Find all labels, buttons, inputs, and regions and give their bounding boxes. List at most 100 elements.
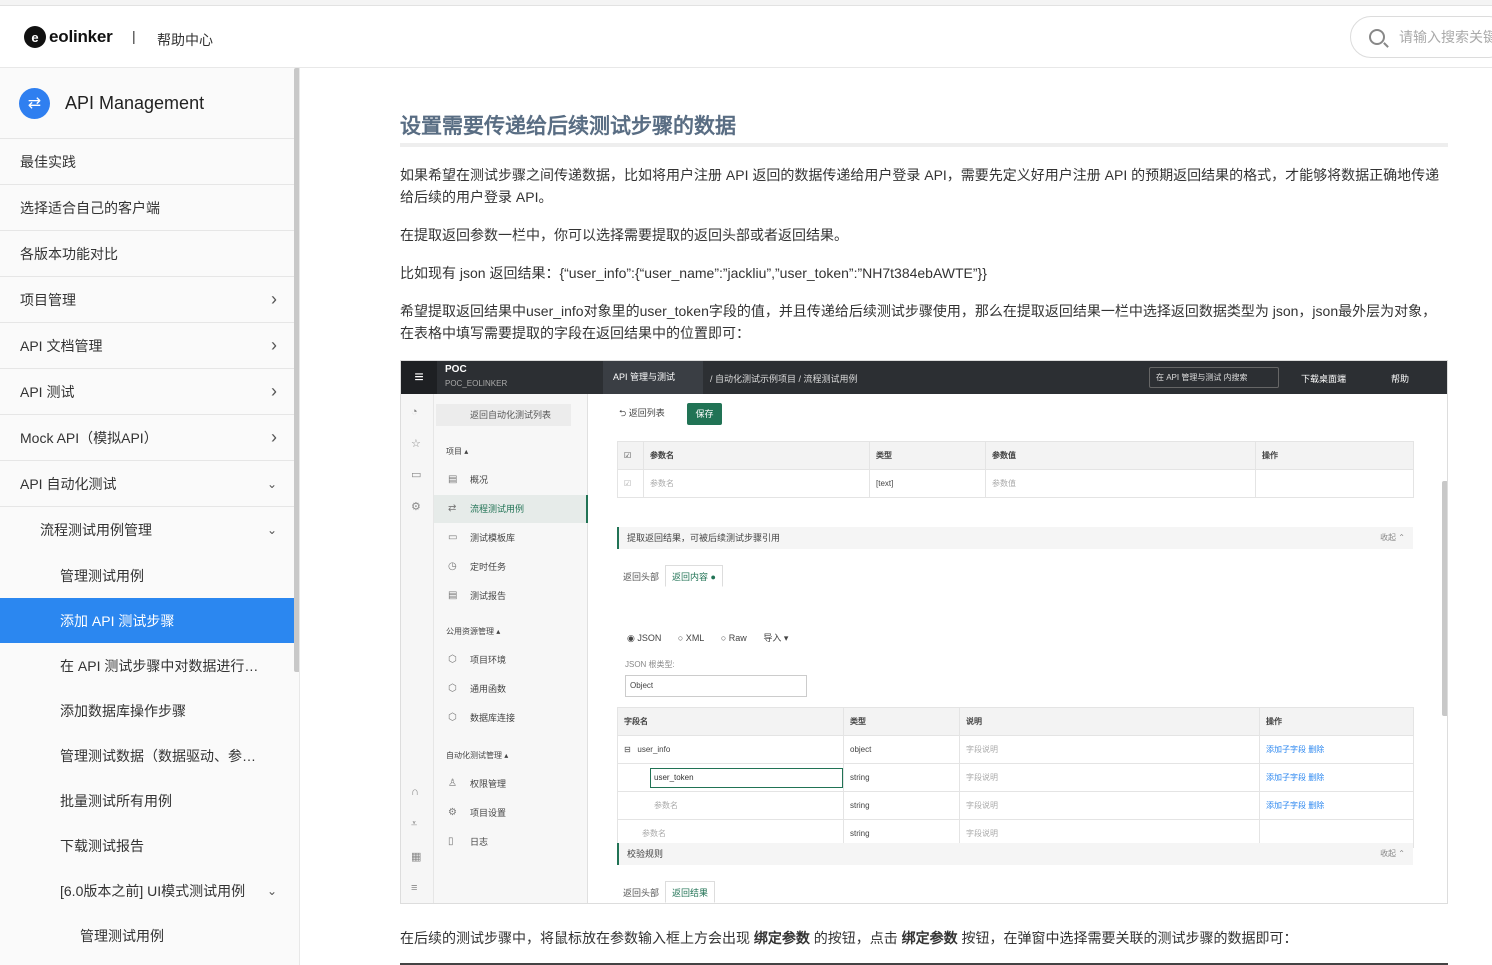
help-center-link[interactable]: 帮助中心	[157, 30, 213, 50]
keyboard-icon: ▦	[411, 851, 422, 863]
para5-text: 的按钮，点击	[809, 930, 902, 946]
sidebar-item[interactable]: API 测试 ›	[0, 369, 295, 415]
sidebar-item-label: 管理测试用例	[80, 927, 164, 944]
sidebar-item[interactable]: 项目管理 ›	[0, 277, 295, 323]
section-extract: 提取返回结果，可被后续测试步骤引用 收起 ⌃	[617, 527, 1413, 549]
sidebar-item[interactable]: API 文档管理 ›	[0, 323, 295, 369]
tab-return-content: 返回内容 ●	[665, 565, 723, 587]
param-row-ops	[1255, 469, 1414, 498]
sidebar-item[interactable]: 添加 API 测试步骤	[0, 598, 295, 643]
param-header-value: 参数值	[985, 441, 1256, 470]
sidebar-item[interactable]: 在 API 测试步骤中对数据进行…	[0, 643, 295, 688]
radio-xml: ○ XML	[677, 633, 705, 643]
field-name-cell: ⊟ user_info	[617, 735, 844, 764]
sidebar-item-label: API 测试	[20, 383, 75, 400]
sidebar-item[interactable]: [6.0版本之前] UI模式测试用例 ⌄	[0, 868, 295, 913]
api-management-icon: ⇄	[19, 87, 50, 119]
field-type: string	[843, 791, 960, 820]
sidebar-item[interactable]: 选择适合自己的客户端	[0, 185, 295, 231]
menu-log-label: 日志	[470, 837, 489, 847]
format-radios: ◉ JSON ○ XML ○ Raw 导入 ▾	[627, 631, 802, 644]
sidebar-item-label: 添加 API 测试步骤	[60, 612, 175, 629]
heading-rule	[400, 143, 1448, 147]
app-help: 帮助	[1391, 374, 1410, 384]
menu-env: ⬡ 项目环境	[434, 646, 588, 674]
app-topbar: ≡ POC POC_EOLINKER API 管理与测试 / 自动化测试示例项目…	[401, 361, 1447, 394]
param-header-name: 参数名	[643, 441, 870, 470]
json-root-label: JSON 根类型:	[625, 660, 675, 669]
menu-func: ⬡ 通用函数	[434, 675, 588, 703]
tab-return-headers: 返回头部	[623, 572, 660, 582]
sidebar-item[interactable]: 各版本功能对比	[0, 231, 295, 277]
bell-icon: ◔	[411, 406, 418, 418]
eolinker-logo[interactable]: e eolinker	[24, 26, 113, 48]
menu-env-label: 项目环境	[470, 655, 507, 665]
screenshot-scrollbar	[1442, 481, 1447, 716]
template-icon: ▭	[448, 532, 458, 543]
sidebar-item[interactable]: 批量测试所有用例	[0, 778, 295, 823]
sidebar: ⇄ API Management 最佳实践 选择适合自己的客户端 各版本功能对比 项目…	[0, 68, 300, 965]
embedded-screenshot: ≡ POC POC_EOLINKER API 管理与测试 / 自动化测试示例项目…	[400, 360, 1448, 904]
sidebar-item-label: 管理测试用例	[60, 567, 144, 584]
param-check-all: ☑	[617, 441, 644, 470]
sidebar-item[interactable]: 流程测试用例管理 ⌄	[0, 507, 295, 553]
cube-icon: ⬡	[448, 654, 457, 665]
cube-icon: ⬡	[448, 683, 457, 694]
bind-param-term: 绑定参数	[901, 930, 958, 946]
menu-flow: ⇄ 流程测试用例	[434, 495, 588, 523]
main-content: 设置需要传递给后续测试步骤的数据 如果希望在测试步骤之间传递数据，比如将用户注册…	[300, 68, 1492, 965]
field-table: 字段名 类型 说明 操作 ⊟ user_info object 字段说明 添加子…	[617, 707, 1414, 848]
menu-log: ▯ 日志	[434, 828, 588, 856]
sidebar-item[interactable]: 管理测试数据（数据驱动、参…	[0, 733, 295, 778]
field-desc: 字段说明	[959, 791, 1260, 820]
log-icon: ▯	[448, 836, 454, 847]
section-verify: 校验规则 收起 ⌃	[617, 843, 1413, 865]
extract-tabs: 返回头部 返回内容 ●	[617, 565, 723, 588]
sidebar-item-label: API 文档管理	[20, 337, 103, 354]
sidebar-item[interactable]: 最佳实践	[0, 139, 295, 185]
menu-setting-label: 项目设置	[470, 808, 507, 818]
tab-return-headers: 返回头部	[623, 888, 660, 898]
sidebar-item[interactable]: Mock API（模拟API） ›	[0, 415, 295, 461]
flow-icon: ⇄	[448, 503, 457, 514]
sidebar-item[interactable]: API 自动化测试 ⌄	[0, 461, 295, 507]
app-download: 下载桌面端	[1301, 374, 1347, 384]
sidebar-item[interactable]: 管理测试用例	[0, 553, 295, 598]
menu-report-label: 测试报告	[470, 591, 507, 601]
app-menu: 返回自动化测试列表 项目 ▴ ▤ 概况 ⇄ 流程测试用例 ▭ 测试模板库 ◷ 定时任务 …	[434, 394, 588, 903]
cube-icon: ⬡	[448, 712, 457, 723]
sidebar-item-label: 在 API 测试步骤中对数据进行…	[60, 657, 259, 674]
verify-tabs: 返回头部 返回结果	[617, 881, 716, 903]
sidebar-item-label: Mock API（模拟API）	[20, 429, 158, 446]
group-auto: 自动化测试管理 ▴	[446, 751, 509, 760]
sidebar-item-label: 流程测试用例管理	[40, 522, 152, 538]
field-name-cell: user_token	[617, 763, 844, 792]
field-desc: 字段说明	[959, 735, 1260, 764]
overview-icon: ▤	[448, 474, 458, 485]
search-input[interactable]	[1399, 29, 1492, 45]
section-verify-label: 校验规则	[627, 849, 664, 859]
menu-perm-label: 权限管理	[470, 779, 507, 789]
paragraph-5: 在后续的测试步骤中，将鼠标放在参数输入框上方会出现 绑定参数 的按钮，点击 绑定…	[400, 928, 1298, 948]
param-row-name: 参数名	[643, 469, 870, 498]
fold-toggle: 收起 ⌃	[1380, 849, 1405, 858]
menu-func-label: 通用函数	[470, 684, 507, 694]
field-desc: 字段说明	[959, 763, 1260, 792]
sidebar-item[interactable]: 添加数据库操作步骤	[0, 688, 295, 733]
sidebar-title: API Management	[65, 92, 205, 113]
menu-template: ▭ 测试模板库	[434, 524, 588, 552]
field-header-name: 字段名	[617, 707, 844, 736]
sidebar-header[interactable]: ⇄ API Management	[0, 68, 295, 139]
search-box[interactable]	[1350, 16, 1492, 58]
fold-toggle: 收起 ⌃	[1380, 533, 1405, 542]
param-row-type: [text]	[869, 469, 986, 498]
eolinker-logo-icon: e	[24, 26, 46, 48]
param-header-ops: 操作	[1255, 441, 1414, 470]
field-type: object	[843, 735, 960, 764]
chevron-down-icon: ⌄	[266, 476, 277, 491]
sidebar-item[interactable]: 管理测试用例	[0, 913, 295, 958]
workspace-sub: POC_EOLINKER	[445, 379, 508, 388]
menu-perm: ♙ 权限管理	[434, 770, 588, 798]
menu-report: ▤ 测试报告	[434, 582, 588, 610]
sidebar-item[interactable]: 下载测试报告	[0, 823, 295, 868]
